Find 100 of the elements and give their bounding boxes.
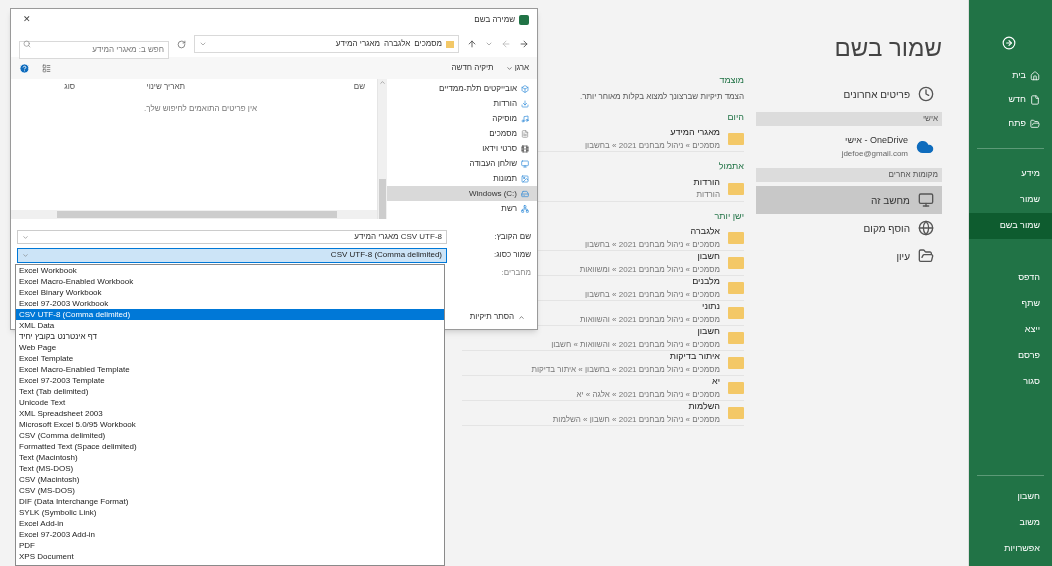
folder-icon <box>728 282 744 294</box>
breadcrumb-item[interactable]: מאגרי המידע <box>335 38 381 50</box>
sidebar-item[interactable]: בית <box>969 64 1052 88</box>
dialog-title: שמירה בשם <box>474 14 515 26</box>
scrollbar[interactable] <box>378 79 387 219</box>
folder-icon <box>446 40 454 48</box>
file-name-field[interactable]: CSV UTF-8 מאגרי המידע <box>17 230 447 244</box>
organize-button[interactable]: ארגן <box>505 62 529 74</box>
file-type-option[interactable]: Excel 97-2003 Workbook <box>16 298 444 309</box>
file-type-option[interactable]: Formatted Text (Space delimited) <box>16 441 444 452</box>
sidebar-item[interactable]: מידע <box>969 161 1052 187</box>
sidebar-item[interactable]: הדפס <box>969 265 1052 291</box>
nav-item[interactable]: Windows (C:) <box>387 186 537 201</box>
sidebar-item[interactable]: אפשרויות <box>969 536 1052 562</box>
file-type-option[interactable]: Excel Macro-Enabled Template <box>16 364 444 375</box>
section-header: אישי <box>756 112 942 126</box>
scroll-thumb[interactable] <box>379 179 386 219</box>
file-type-option[interactable]: Web Page <box>16 342 444 353</box>
nav-item[interactable]: מוסיקה <box>387 111 537 126</box>
sidebar-item[interactable]: ייצא <box>969 317 1052 343</box>
chevron-icon[interactable] <box>485 40 493 48</box>
sidebar-item[interactable]: שמור <box>969 187 1052 213</box>
file-type-option[interactable]: SYLK (Symbolic Link) <box>16 507 444 518</box>
back-icon[interactable] <box>519 39 529 49</box>
sidebar-item[interactable]: חשבון <box>969 484 1052 510</box>
sidebar-item[interactable]: פרסם <box>969 343 1052 369</box>
forward-icon[interactable] <box>501 39 511 49</box>
file-type-option[interactable]: Excel Workbook <box>16 265 444 276</box>
location-item[interactable]: עיון <box>756 242 942 270</box>
address-bar[interactable]: מסמכים אלגברה מאגרי המידע <box>194 35 459 53</box>
file-type-option[interactable]: PDF <box>16 540 444 551</box>
field-label: שמור כסוג: <box>492 249 531 261</box>
sidebar-item[interactable]: שתף <box>969 291 1052 317</box>
file-type-option[interactable]: Text (Macintosh) <box>16 452 444 463</box>
column-header[interactable]: שם <box>185 81 365 93</box>
nav-item[interactable]: רשת <box>387 201 537 216</box>
folder-icon <box>728 357 744 369</box>
file-type-option[interactable]: Excel 97-2003 Template <box>16 375 444 386</box>
recent-folder[interactable]: איתור בדיקות מסמכים » ניהול מבחנים 2021 » בחשבון » איתור בדיקות <box>462 351 744 376</box>
scroll-thumb[interactable] <box>57 211 337 218</box>
breadcrumb-item[interactable]: אלגברה <box>384 38 411 50</box>
location-item[interactable]: מחשב זה <box>756 186 942 214</box>
column-header[interactable]: סוג <box>64 81 75 93</box>
file-type-option[interactable]: CSV (Comma delimited) <box>16 430 444 441</box>
nav-item[interactable]: שולחן העבודה <box>387 156 537 171</box>
new-folder-button[interactable]: תיקיה חדשה <box>451 62 494 74</box>
nav-item[interactable]: אובייקטים תלת-ממדיים <box>387 81 537 96</box>
sidebar-item[interactable]: שמור בשם <box>969 213 1052 239</box>
file-type-option[interactable]: CSV UTF-8 (Comma delimited) <box>16 309 444 320</box>
file-type-option[interactable]: CSV (MS-DOS) <box>16 485 444 496</box>
file-type-option[interactable]: CSV (Macintosh) <box>16 474 444 485</box>
sidebar-item-icon <box>1030 71 1040 81</box>
file-type-option[interactable]: DIF (Data Interchange Format) <box>16 496 444 507</box>
file-type-option[interactable]: Excel Template <box>16 353 444 364</box>
sidebar-item[interactable]: סגור <box>969 369 1052 395</box>
horizontal-scrollbar[interactable] <box>11 210 377 219</box>
cloud-icon <box>916 138 934 156</box>
file-type-option[interactable]: XML Data <box>16 320 444 331</box>
file-type-option[interactable]: XPS Document <box>16 551 444 562</box>
section-header: מקומות אחרים <box>756 168 942 182</box>
file-type-option[interactable]: Unicode Text <box>16 397 444 408</box>
chevron-icon[interactable] <box>199 40 207 48</box>
close-button[interactable]: ✕ <box>19 13 35 27</box>
up-icon[interactable] <box>467 39 477 49</box>
file-type-option[interactable]: XML Spreadsheet 2003 <box>16 408 444 419</box>
location-item[interactable]: פריטים אחרונים <box>756 80 942 108</box>
folder-icon <box>728 407 744 419</box>
breadcrumb-item[interactable]: מסמכים <box>414 38 442 50</box>
file-type-option[interactable]: Excel Binary Workbook <box>16 287 444 298</box>
back-icon[interactable] <box>1002 36 1016 50</box>
sidebar-item[interactable]: משוב <box>969 510 1052 536</box>
refresh-icon[interactable] <box>177 39 186 49</box>
help-icon[interactable] <box>19 62 30 74</box>
file-type-option[interactable]: Excel Add-in <box>16 518 444 529</box>
caret-icon <box>518 313 525 321</box>
caret-icon <box>505 64 513 72</box>
file-type-option[interactable]: Text (MS-DOS) <box>16 463 444 474</box>
search-field[interactable]: חפש ב: מאגרי המידע <box>19 40 169 59</box>
sidebar-item[interactable]: פתח <box>969 112 1052 136</box>
nav-item[interactable]: הורדות <box>387 96 537 111</box>
view-icon[interactable] <box>42 63 51 73</box>
hide-folders-button[interactable]: הסתר תיקיות <box>469 311 525 323</box>
sidebar-item[interactable]: חדש <box>969 88 1052 112</box>
file-type-option[interactable]: Excel 97-2003 Add-in <box>16 529 444 540</box>
scroll-up-icon[interactable] <box>379 79 386 86</box>
file-type-option[interactable]: דף אינטרנט בקובץ יחיד <box>16 331 444 342</box>
file-type-option[interactable]: Text (Tab delimited) <box>16 386 444 397</box>
field-label: שם הקובץ: <box>493 231 531 243</box>
folder-icon <box>728 332 744 344</box>
recent-folder[interactable]: יא מסמכים » ניהול מבחנים 2021 » אלגה » יא <box>462 376 744 401</box>
recent-folder[interactable]: השלמות מסמכים » ניהול מבחנים 2021 » חשבון » השלמות <box>462 401 744 426</box>
empty-message: אין פריטים התואמים לחיפוש שלך. <box>144 103 257 115</box>
save-type-field[interactable]: CSV UTF-8 (Comma delimited) <box>17 247 447 263</box>
file-type-option[interactable]: Excel Macro-Enabled Workbook <box>16 276 444 287</box>
file-type-option[interactable]: Microsoft Excel 5.0/95 Workbook <box>16 419 444 430</box>
pinned-hint: הצמד תיקיות שברצונך למצוא בקלות מאוחר יותר. <box>580 90 744 103</box>
nav-icon <box>521 144 529 153</box>
column-header[interactable]: תאריך שינוי <box>75 81 185 93</box>
group-heading: היום <box>727 110 744 124</box>
location-item[interactable]: הוסף מקום <box>756 214 942 242</box>
